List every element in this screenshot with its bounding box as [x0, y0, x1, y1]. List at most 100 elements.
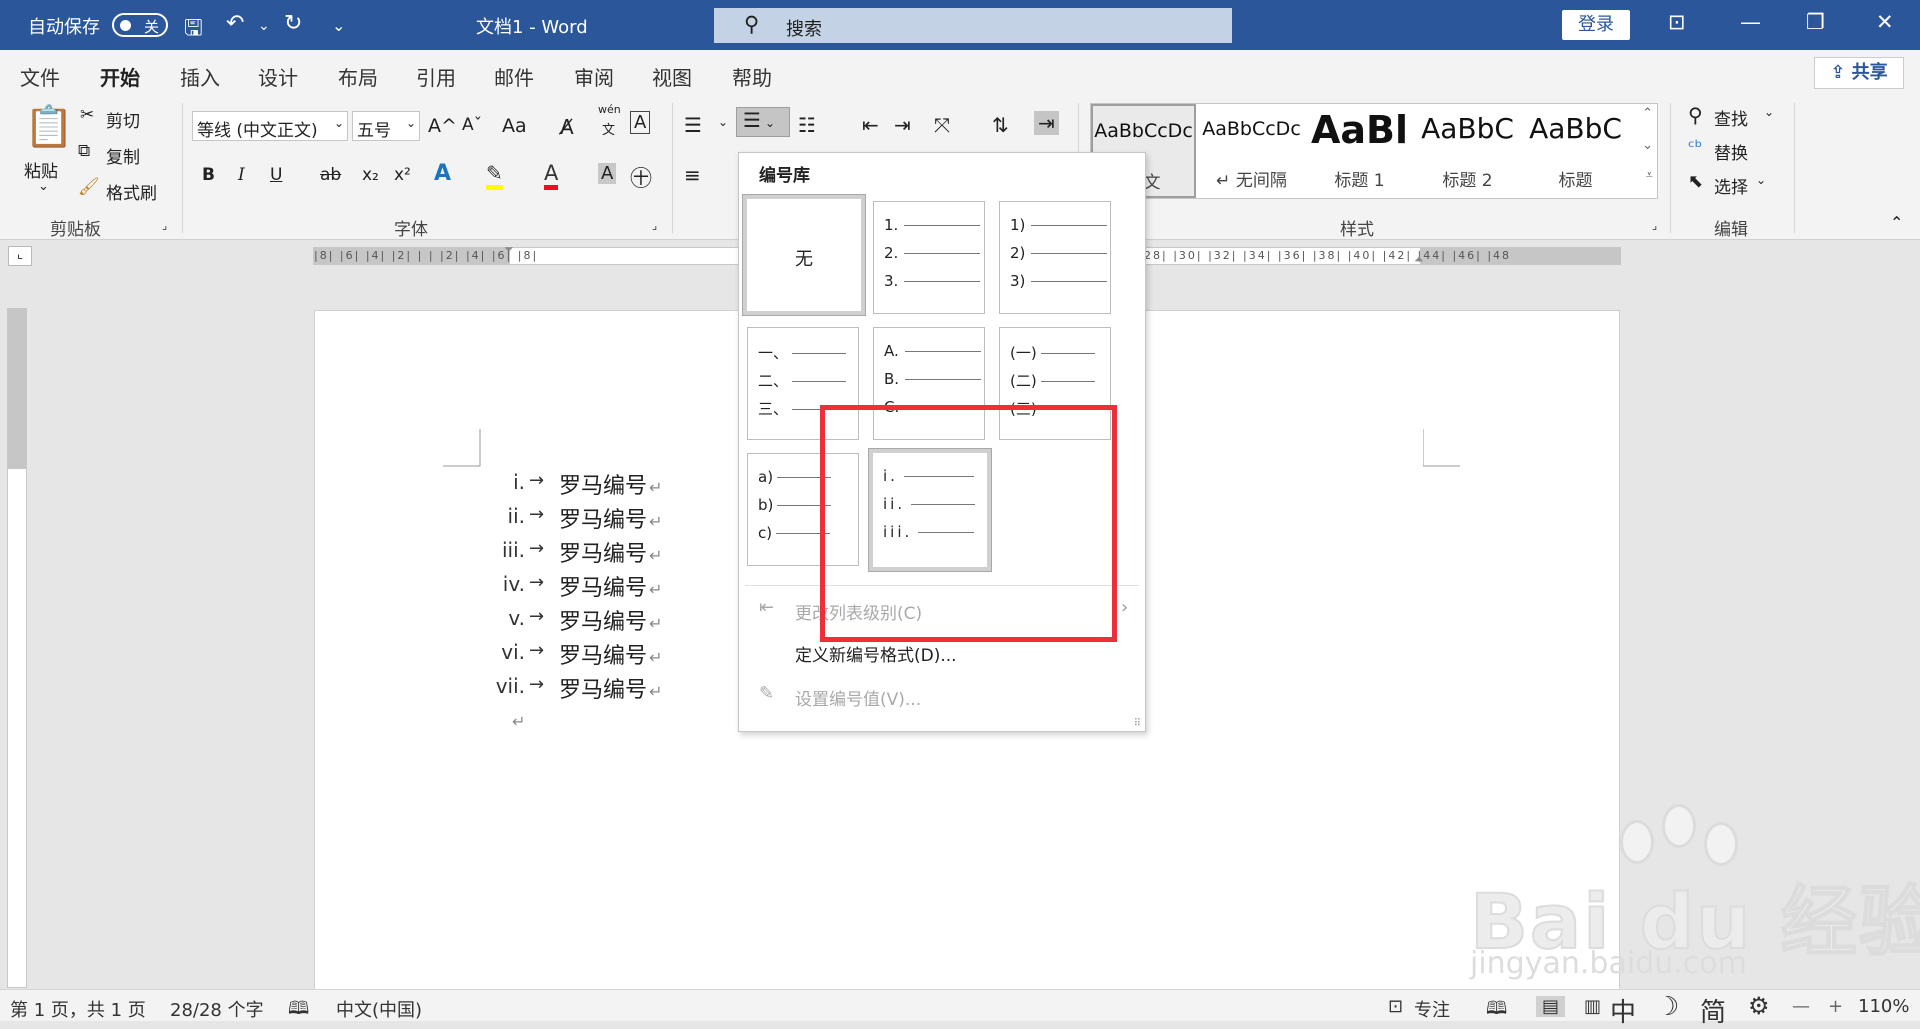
word-count[interactable]: 28/28 个字: [170, 996, 264, 1022]
replace-button[interactable]: 替换: [1714, 139, 1748, 164]
superscript-button[interactable]: x²: [394, 165, 411, 185]
cut-icon[interactable]: ✂: [80, 105, 94, 125]
tab-insert[interactable]: 插入: [180, 62, 220, 91]
close-icon[interactable]: ✕: [1876, 10, 1894, 34]
tab-references[interactable]: 引用: [416, 62, 456, 91]
select-icon[interactable]: ⬉: [1688, 171, 1703, 192]
chevron-down-icon[interactable]: ⌄: [1764, 105, 1774, 119]
define-new-number-format-item[interactable]: 定义新编号格式(D)...: [795, 641, 957, 666]
ime-language[interactable]: 中: [1610, 992, 1636, 1029]
char-border-icon[interactable]: A: [630, 111, 651, 134]
show-marks-icon[interactable]: ⇥: [1034, 111, 1059, 135]
font-color-icon[interactable]: A: [544, 161, 559, 190]
styles-scroll-down-icon[interactable]: ⌄: [1642, 138, 1653, 153]
web-layout-icon[interactable]: ▥: [1584, 996, 1601, 1017]
zoom-level[interactable]: 110%: [1858, 996, 1909, 1017]
find-button[interactable]: 查找: [1714, 105, 1748, 130]
page-count[interactable]: 第 1 页，共 1 页: [10, 996, 146, 1022]
pinyin-guide-bottom[interactable]: 文: [602, 119, 615, 138]
italic-button[interactable]: I: [238, 165, 245, 185]
tab-design[interactable]: 设计: [258, 62, 298, 91]
font-size-select[interactable]: 五号 ⌄: [352, 111, 420, 141]
styles-launcher-icon[interactable]: ⌟: [1652, 219, 1657, 232]
cut-button[interactable]: 剪切: [106, 107, 140, 132]
format-painter-icon[interactable]: 🖌: [78, 177, 100, 197]
tab-review[interactable]: 审阅: [574, 62, 614, 91]
focus-icon[interactable]: ⊡: [1388, 996, 1403, 1017]
clear-format-icon[interactable]: A̸: [560, 115, 574, 139]
share-button[interactable]: ⇪ 共享: [1814, 57, 1904, 89]
ime-settings-icon[interactable]: ⚙: [1748, 992, 1770, 1020]
indent-marker-icon[interactable]: ⏷: [504, 242, 514, 257]
redo-icon[interactable]: ↻: [284, 11, 302, 36]
tab-help[interactable]: 帮助: [732, 62, 772, 91]
styles-scroll-up-icon[interactable]: ⌃: [1642, 106, 1653, 121]
bullets-icon[interactable]: ☰: [684, 113, 702, 137]
tab-layout[interactable]: 布局: [338, 62, 378, 91]
vertical-ruler[interactable]: [7, 308, 27, 988]
paste-dropdown-icon[interactable]: ⌄: [38, 179, 49, 194]
chevron-down-icon[interactable]: ⌄: [718, 115, 728, 129]
char-shading-icon[interactable]: A: [598, 163, 617, 184]
login-button[interactable]: 登录: [1562, 10, 1630, 40]
zoom-in-icon[interactable]: +: [1828, 996, 1843, 1017]
pinyin-guide-top[interactable]: wén: [598, 103, 621, 116]
language-status[interactable]: 中文(中国): [336, 996, 422, 1022]
style-heading-1[interactable]: AaBl 标题 1: [1307, 104, 1412, 198]
clipboard-launcher-icon[interactable]: ⌟: [162, 219, 167, 232]
save-icon[interactable]: 🖫: [184, 11, 203, 49]
decrease-indent-icon[interactable]: ⇤: [862, 113, 879, 137]
subscript-button[interactable]: x₂: [362, 165, 379, 185]
style-title[interactable]: AaBbC 标题: [1523, 104, 1628, 198]
read-mode-icon[interactable]: 🕮: [1486, 996, 1507, 1026]
numbering-decimal-paren[interactable]: 1) 2) 3): [999, 201, 1111, 314]
undo-dropdown-icon[interactable]: ⌄: [258, 18, 270, 34]
chinese-layout-icon[interactable]: ⤧: [934, 113, 950, 137]
numbering-none[interactable]: 无: [742, 194, 866, 316]
restore-icon[interactable]: ❐: [1806, 10, 1825, 34]
paste-icon[interactable]: 📋: [24, 103, 74, 150]
style-heading-2[interactable]: AaBbC 标题 2: [1415, 104, 1520, 198]
ribbon-display-icon[interactable]: ⊡: [1668, 10, 1686, 34]
ime-moon-icon[interactable]: ☽: [1656, 992, 1679, 1022]
zoom-out-icon[interactable]: —: [1792, 996, 1810, 1017]
bold-button[interactable]: B: [202, 165, 215, 185]
font-family-select[interactable]: 等线 (中文正文) ⌄: [192, 111, 348, 141]
select-button[interactable]: 选择: [1714, 173, 1748, 198]
tab-selector-icon[interactable]: ⌞: [8, 246, 32, 266]
copy-icon[interactable]: ⧉: [78, 141, 90, 161]
chevron-down-icon[interactable]: ⌄: [1756, 173, 1766, 187]
underline-button[interactable]: U: [270, 165, 282, 185]
text-effects-icon[interactable]: A: [434, 161, 451, 186]
multilevel-list-icon[interactable]: ☷: [798, 113, 816, 137]
set-numbering-value-item[interactable]: 设置编号值(V)...: [795, 685, 921, 710]
grow-font-button[interactable]: A^: [428, 115, 457, 137]
numbering-decimal-dot[interactable]: 1. 2. 3.: [873, 201, 985, 314]
numbering-button[interactable]: ☰ ⌄: [736, 107, 790, 137]
enclose-char-icon[interactable]: ㊉: [630, 161, 652, 193]
empty-paragraph-mark[interactable]: ↵: [512, 712, 525, 731]
font-launcher-icon[interactable]: ⌟: [652, 219, 657, 232]
minimize-icon[interactable]: —: [1740, 10, 1761, 34]
collapse-ribbon-icon[interactable]: ⌃: [1890, 213, 1903, 232]
customize-qat-icon[interactable]: ⌄: [332, 16, 345, 35]
find-icon[interactable]: ⚲: [1688, 103, 1703, 127]
highlight-icon[interactable]: ✎: [486, 161, 503, 190]
style-no-spacing[interactable]: AaBbCcDc ↵ 无间隔: [1199, 104, 1304, 198]
styles-more-icon[interactable]: ⩡: [1646, 168, 1653, 183]
copy-button[interactable]: 复制: [106, 143, 140, 168]
tab-file[interactable]: 文件: [20, 62, 60, 91]
print-layout-icon[interactable]: ▤: [1536, 996, 1566, 1017]
search-box[interactable]: ⚲ 搜索: [714, 8, 1232, 43]
increase-indent-icon[interactable]: ⇥: [894, 113, 911, 137]
tab-view[interactable]: 视图: [652, 62, 692, 91]
undo-icon[interactable]: ↶: [226, 11, 244, 36]
sort-icon[interactable]: ⇅: [992, 113, 1009, 137]
right-indent-marker-icon[interactable]: ⏶: [1414, 252, 1424, 267]
tab-home[interactable]: 开始: [100, 62, 140, 100]
ime-simplified[interactable]: 简: [1700, 992, 1726, 1029]
proofing-icon[interactable]: 🕮: [288, 996, 309, 1026]
align-left-icon[interactable]: ≡: [684, 163, 701, 187]
focus-mode-button[interactable]: 专注: [1414, 996, 1450, 1022]
autosave-toggle[interactable]: 关: [112, 13, 168, 37]
